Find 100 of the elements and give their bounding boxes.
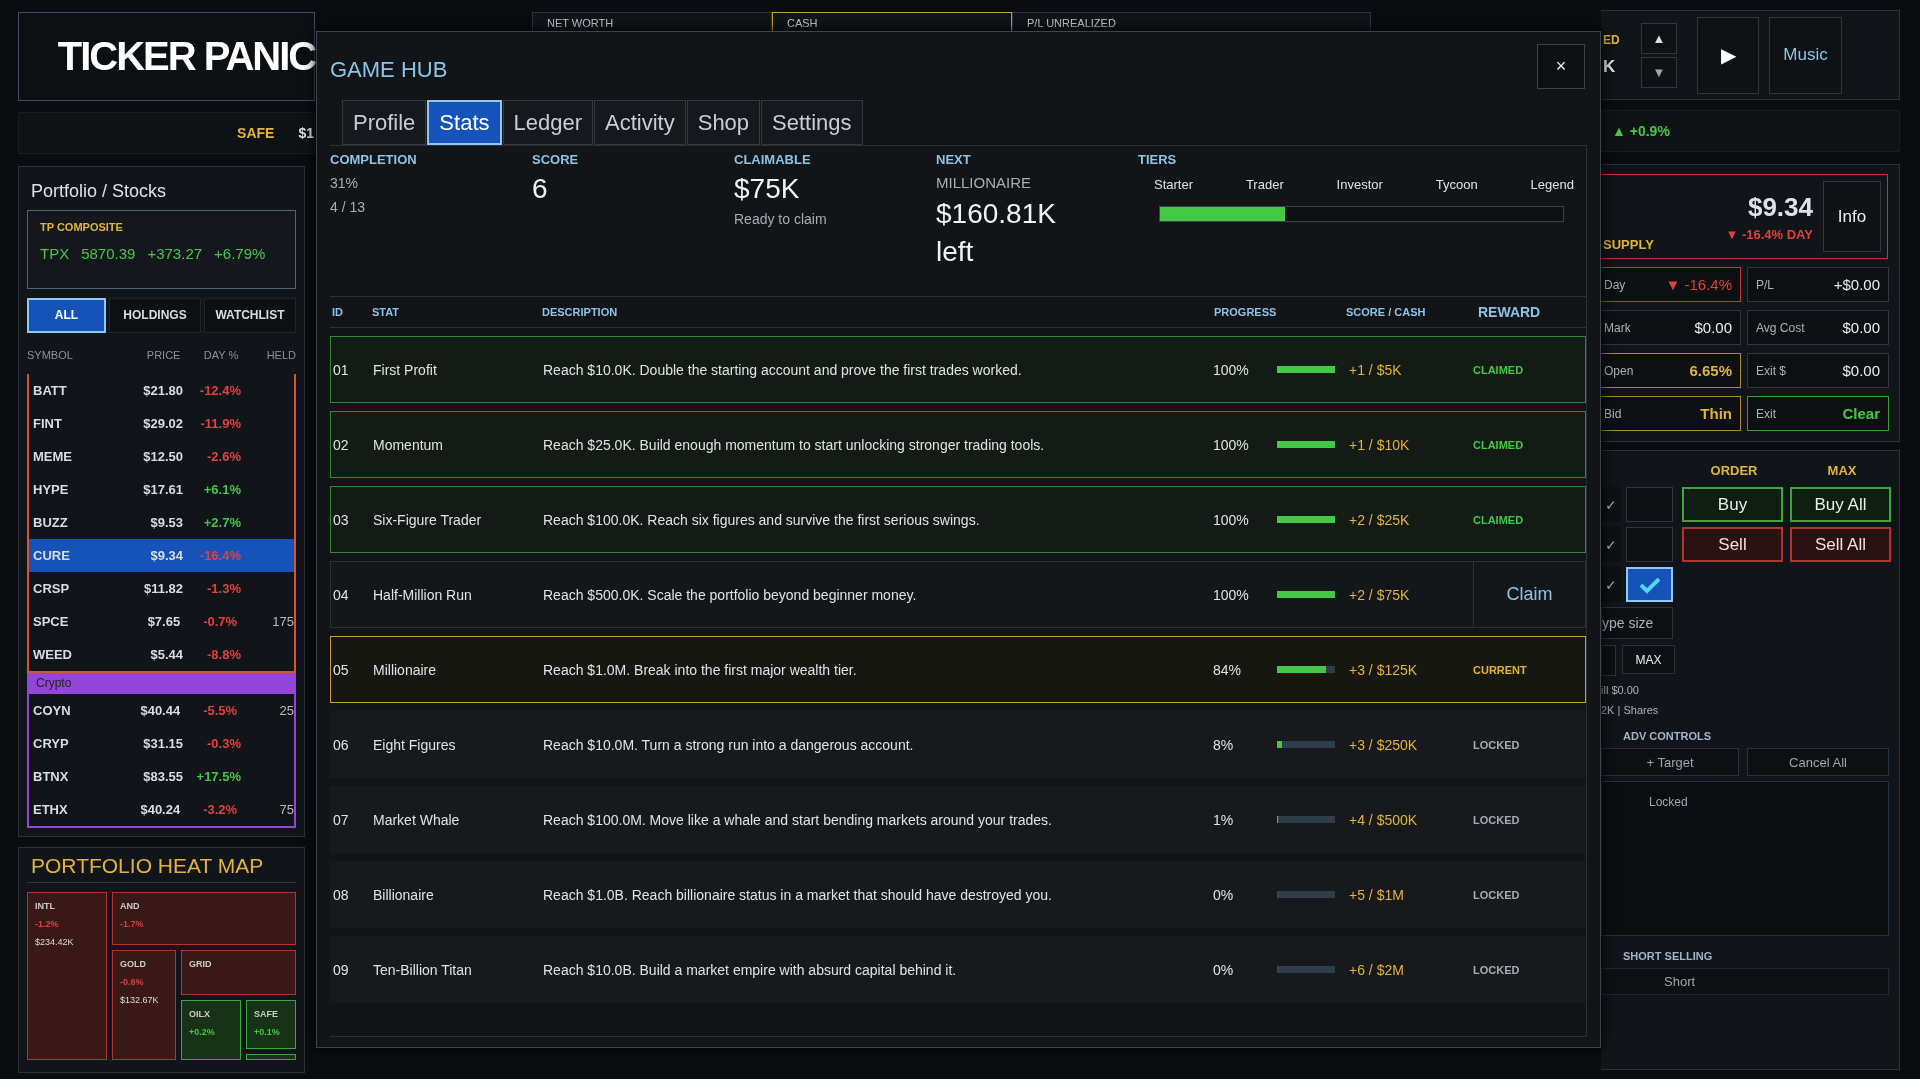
percent-cell-text: 100% (1212, 361, 1250, 378)
stock-row[interactable]: FINT $29.02 -11.9% (29, 406, 294, 440)
price-cell-text: $12.50 (142, 448, 183, 464)
summary-label: CLAIMABLE (734, 152, 812, 167)
card-label: P/L UNREALIZED (1027, 17, 1116, 29)
column-header: PROGRESS (1213, 306, 1278, 318)
reward-status: LOCKED (1473, 813, 1520, 826)
stock-row[interactable]: CRYP $31.15 -0.3% (29, 726, 294, 760)
speed-label: ED (1603, 33, 1621, 47)
stock-row[interactable]: ETHX $40.24 -3.2% 75 (29, 792, 294, 826)
stat-label: Bid (1604, 406, 1622, 421)
tab[interactable]: Activity (594, 100, 686, 145)
input-field[interactable] (1601, 645, 1616, 676)
id-cell-text: 03 (332, 511, 350, 528)
stock-row[interactable]: CURE $9.34 -16.4% (29, 538, 294, 572)
heat-tile[interactable]: GRID (181, 950, 296, 995)
tab[interactable]: Profile (342, 100, 427, 145)
tab[interactable]: Ledger (502, 100, 593, 145)
stock-row[interactable]: MEME $12.50 -2.6% (29, 439, 294, 473)
change-cell-text: -16.4% (198, 547, 241, 563)
column-header: DAY % (202, 348, 239, 363)
percent-cell-text: 8% (1212, 736, 1235, 753)
locked-text: Locked (1649, 795, 1688, 809)
filter-tab[interactable]: HOLDINGS (109, 297, 201, 333)
heat-tile[interactable]: INTL -1.2% $234.42K (27, 892, 107, 1060)
score-cash-cell-text: +5 / $1M (1348, 886, 1405, 903)
price-cell-text: $17.61 (142, 481, 183, 497)
tile-change: +0.1% (254, 1027, 281, 1037)
percent-cell-text: 100% (1212, 586, 1250, 603)
stock-row[interactable]: BATT $21.80 -12.4% (29, 373, 294, 407)
stock-row[interactable]: BTNX $83.55 +17.5% (29, 759, 294, 793)
description-cell-text: Reach $10.0B. Build a market empire with absurd capital behind it. (543, 961, 958, 978)
tab[interactable]: Stats (427, 100, 502, 145)
section-title: ADV CONTROLS (1623, 730, 1711, 742)
short-button[interactable]: Short (1601, 968, 1889, 995)
stat-label: Exit (1756, 406, 1776, 421)
percent-cell-text: 0% (1212, 961, 1235, 978)
cancel-all-button[interactable]: Cancel All (1747, 748, 1889, 776)
checkbox[interactable] (1626, 487, 1673, 522)
heat-tile[interactable]: OILX +0.2% (181, 1000, 241, 1060)
heat-tile[interactable]: GOLD -0.6% $132.67K (112, 950, 176, 1060)
order-header: MAX (1826, 463, 1858, 478)
stock-row[interactable]: CRSP $11.82 -1.3% (29, 571, 294, 605)
percent-cell-text: 100% (1212, 436, 1250, 453)
sector-label: SUPPLY (1603, 237, 1654, 252)
fill-text: ill $0.00 (1601, 684, 1639, 696)
stock-row[interactable]: COYN $40.44 -5.5% 25 (29, 693, 294, 727)
symbol-cell-text: CRSP (33, 580, 71, 596)
max-button[interactable]: MAX (1622, 645, 1675, 674)
shares-text: 2K | Shares (1601, 704, 1659, 716)
stock-row[interactable]: SPCE $7.65 -0.7% 175 (29, 604, 294, 638)
change-cell-text: -3.2% (202, 801, 238, 817)
reward-status: CLAIMED (1473, 438, 1524, 451)
change-cell-text: -2.6% (206, 448, 241, 464)
id-cell-text: 05 (332, 661, 350, 678)
order-button[interactable]: Sell (1682, 527, 1783, 562)
stock-row[interactable]: HYPE $17.61 +6.1% (29, 472, 294, 506)
completion-percent: 31% (330, 174, 360, 193)
change-cell-text: -0.3% (206, 735, 241, 751)
reward-status: CLAIMED (1473, 363, 1524, 376)
symbol-cell-text: WEED (33, 646, 73, 662)
stat-cell-text: Billionaire (373, 886, 435, 903)
speed-up-button[interactable]: ▲ (1641, 22, 1677, 54)
id-cell-text: 06 (332, 736, 350, 753)
price-value: $9.34 (1747, 191, 1813, 223)
id-cell-text: 04 (332, 586, 350, 603)
filter-tab[interactable]: ALL (27, 297, 106, 333)
stock-row[interactable]: BUZZ $9.53 +2.7% (29, 505, 294, 539)
heat-tile[interactable]: AND -1.7% (112, 892, 296, 945)
size-field[interactable]: ype size (1601, 607, 1673, 639)
description-cell-text: Reach $100.0K. Reach six figures and survive the first serious swings. (543, 511, 981, 528)
speed-down-button[interactable]: ▼ (1641, 56, 1677, 88)
price-cell-text: $83.55 (142, 768, 183, 784)
tab[interactable]: Settings (761, 100, 863, 145)
description-cell-text: Reach $500.0K. Scale the portfolio beyond beginner money. (543, 586, 918, 603)
order-button[interactable]: Buy All (1790, 487, 1891, 522)
close-button[interactable]: × (1537, 43, 1585, 89)
check-icon (1637, 575, 1662, 594)
price-cell-text: $5.44 (149, 646, 183, 662)
order-button[interactable]: Sell All (1790, 527, 1891, 562)
heat-tile[interactable]: SAFE +0.1% (246, 1000, 296, 1049)
info-button[interactable]: Info (1823, 181, 1881, 252)
day-change: ▼ -16.4% DAY (1725, 226, 1813, 242)
stat-cell-text: Momentum (373, 436, 445, 453)
tab[interactable]: Shop (686, 100, 761, 145)
tile-change: -0.6% (120, 977, 145, 987)
stat-value: Clear (1842, 405, 1880, 422)
heat-tile[interactable] (246, 1054, 296, 1060)
music-button[interactable]: Music (1769, 16, 1842, 94)
tile-symbol: GRID (189, 959, 213, 969)
stock-row[interactable]: WEED $5.44 -8.8% (29, 637, 294, 671)
filter-tab[interactable]: WATCHLIST (204, 297, 296, 333)
stat-value: Thin (1700, 405, 1732, 422)
score-value: 6 (532, 172, 549, 206)
play-button[interactable]: ▶ (1697, 16, 1759, 94)
order-button[interactable]: Buy (1682, 487, 1783, 522)
checkbox[interactable] (1626, 527, 1673, 562)
target-button[interactable]: + Target (1601, 748, 1739, 776)
stat-value: $0.00 (1694, 319, 1732, 336)
column-header: SYMBOL (27, 348, 74, 363)
